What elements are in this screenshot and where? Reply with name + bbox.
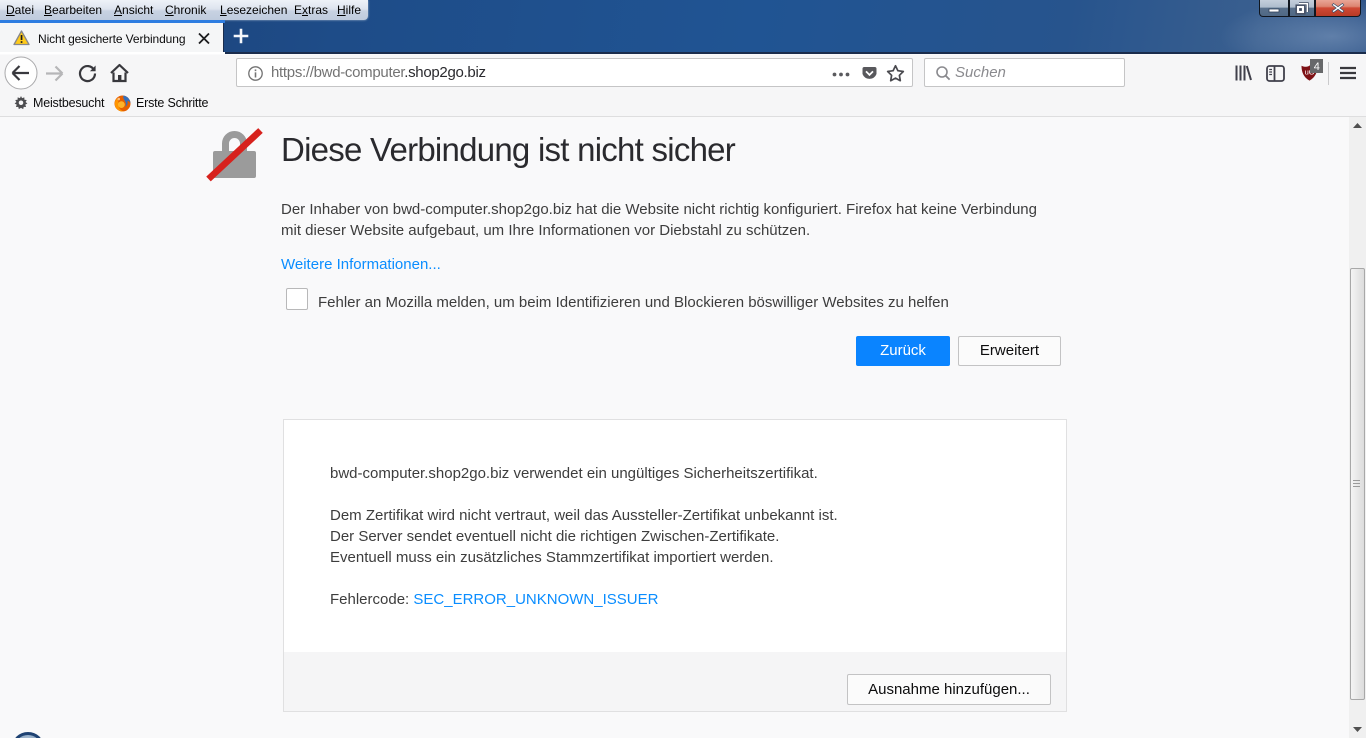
svg-text:4: 4 xyxy=(1314,61,1320,73)
